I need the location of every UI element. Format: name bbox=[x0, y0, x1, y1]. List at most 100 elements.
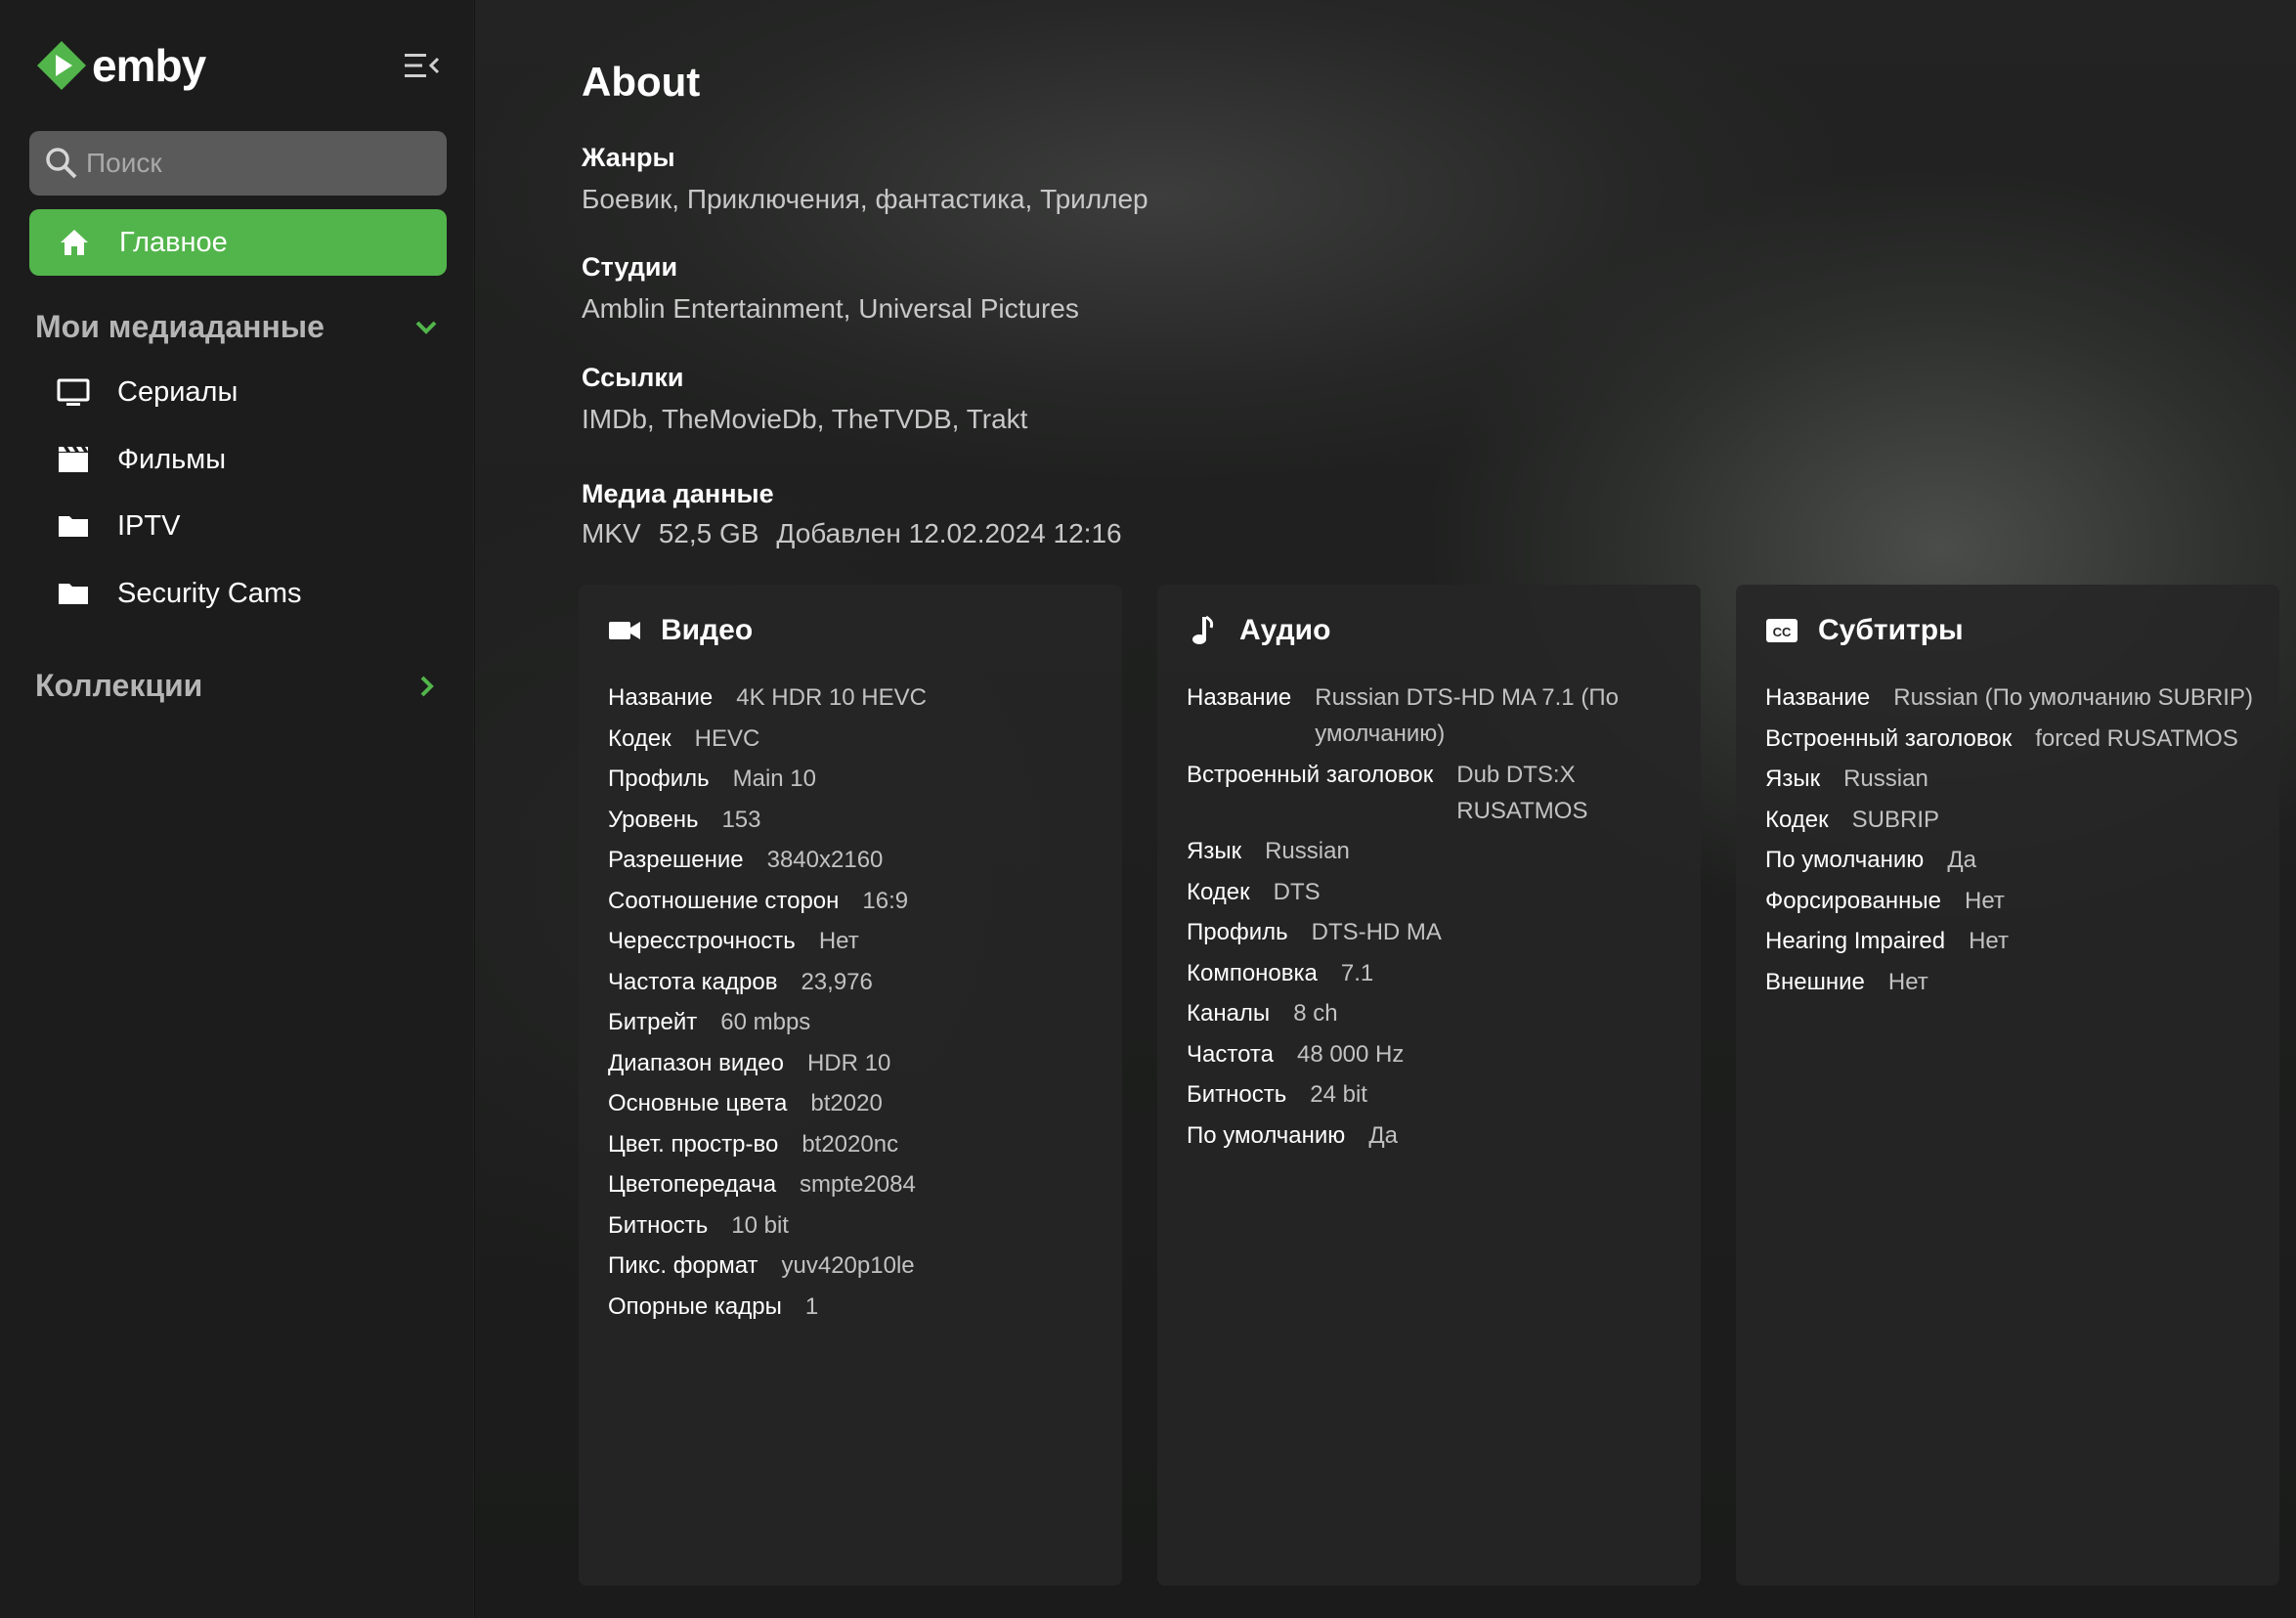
folder-icon bbox=[59, 516, 88, 537]
search-box[interactable] bbox=[29, 131, 447, 196]
property-value: Russian bbox=[1843, 765, 1928, 792]
property-value: 153 bbox=[721, 806, 761, 833]
property-row: Название 4K HDR 10 HEVC bbox=[608, 679, 1103, 716]
property-row: Диапазон видео HDR 10 bbox=[608, 1045, 1103, 1081]
property-key: Кодек bbox=[1187, 878, 1250, 905]
property-key: Название bbox=[608, 684, 714, 711]
property-key: Частота bbox=[1187, 1040, 1274, 1068]
property-row: По умолчанию Да bbox=[1765, 842, 2260, 878]
property-key: Соотношение сторон bbox=[608, 887, 840, 914]
property-key: Язык bbox=[1765, 765, 1821, 792]
property-value: 7.1 bbox=[1340, 959, 1374, 986]
property-value: smpte2084 bbox=[800, 1171, 916, 1198]
sidebar-item-series[interactable]: Сериалы bbox=[57, 369, 238, 415]
property-value: Нет bbox=[1969, 928, 2009, 954]
property-key: Опорные кадры bbox=[608, 1292, 782, 1320]
video-camera-icon bbox=[609, 622, 640, 639]
brand-logo[interactable]: emby bbox=[35, 37, 206, 94]
property-row: Профиль DTS-HD MA bbox=[1187, 914, 1681, 950]
property-value: 60 mbps bbox=[720, 1009, 811, 1035]
sidebar-item-security-cams[interactable]: Security Cams bbox=[57, 570, 302, 617]
property-key: Битность bbox=[608, 1211, 709, 1239]
sidebar-item-label: Security Cams bbox=[117, 577, 302, 609]
property-key: Язык bbox=[1187, 838, 1242, 864]
svg-text:CC: CC bbox=[1773, 625, 1792, 639]
property-row: Основные цвета bt2020 bbox=[608, 1085, 1103, 1121]
brand-name: emby bbox=[92, 40, 206, 91]
subtitles-card-title: Субтитры bbox=[1818, 614, 1964, 646]
property-row: Соотношение сторон 16:9 bbox=[608, 883, 1103, 919]
property-row: Каналы 8 ch bbox=[1187, 995, 1681, 1031]
media-data-label: Медиа данные bbox=[582, 479, 774, 508]
property-value: HDR 10 bbox=[806, 1049, 891, 1076]
property-row: Разрешение 3840x2160 bbox=[608, 842, 1103, 878]
property-value: Russian bbox=[1265, 838, 1350, 864]
property-key: Диапазон видео bbox=[608, 1049, 784, 1076]
property-row: Название Russian DTS-HD MA 7.1 (По умолча… bbox=[1187, 679, 1681, 752]
property-value: DTS-HD MA bbox=[1311, 919, 1442, 945]
property-key: По умолчанию bbox=[1187, 1121, 1346, 1149]
property-key: Встроенный заголовок bbox=[1187, 761, 1434, 788]
property-row: Кодек SUBRIP bbox=[1765, 802, 2260, 838]
nav-home-label: Главное bbox=[119, 226, 228, 258]
property-key: Название bbox=[1187, 684, 1292, 711]
video-stream-card: Видео Название 4K HDR 10 HEVC Кодек HEVC Про… bbox=[579, 585, 1122, 1586]
property-key: Компоновка bbox=[1187, 959, 1318, 986]
genres-value[interactable]: Боевик, Приключения, фантастика, Триллер bbox=[582, 184, 1148, 215]
property-row: Компоновка 7.1 bbox=[1187, 955, 1681, 991]
property-row: Название Russian (По умолчанию SUBRIP) bbox=[1765, 679, 2260, 716]
property-row: Битрейт 60 mbps bbox=[608, 1004, 1103, 1040]
property-row: Кодек DTS bbox=[1187, 874, 1681, 910]
property-key: По умолчанию bbox=[1765, 847, 1925, 873]
property-row: Форсированные Нет bbox=[1765, 883, 2260, 919]
property-row: Цвет. простр-во bt2020nc bbox=[608, 1126, 1103, 1162]
property-row: Опорные кадры 1 bbox=[608, 1289, 1103, 1325]
property-row: Язык Russian bbox=[1187, 833, 1681, 869]
property-value: Main 10 bbox=[732, 765, 816, 792]
property-value: 48 000 Hz bbox=[1296, 1040, 1405, 1068]
property-row: Встроенный заголовок forced RUSATMOS bbox=[1765, 721, 2260, 757]
property-value: 16:9 bbox=[862, 887, 909, 914]
studios-label: Студии bbox=[582, 252, 678, 282]
closed-captions-icon: CC bbox=[1766, 619, 1798, 642]
property-key: Цвет. простр-во bbox=[608, 1130, 779, 1158]
sidebar-item-movies[interactable]: Фильмы bbox=[57, 436, 226, 483]
collections-section-header[interactable]: Коллекции bbox=[35, 668, 441, 704]
property-key: Внешние bbox=[1765, 968, 1865, 995]
property-value: Dub DTS:X RUSATMOS bbox=[1456, 761, 1588, 824]
property-key: Профиль bbox=[1187, 919, 1288, 945]
my-media-section-header[interactable]: Мои медиаданные bbox=[35, 309, 441, 345]
property-row: Чересстрочность Нет bbox=[608, 923, 1103, 959]
audio-card-header: Аудио bbox=[1187, 614, 1330, 647]
studios-value[interactable]: Amblin Entertainment, Universal Pictures bbox=[582, 293, 1079, 325]
nav-home-button[interactable]: Главное bbox=[29, 209, 447, 276]
property-value: 3840x2160 bbox=[766, 847, 884, 873]
audio-card-title: Аудио bbox=[1239, 614, 1331, 646]
page-title: About bbox=[582, 59, 701, 105]
audio-stream-card: Аудио Название Russian DTS-HD MA 7.1 (По … bbox=[1157, 585, 1701, 1586]
home-icon bbox=[61, 230, 88, 255]
property-row: Hearing Impaired Нет bbox=[1765, 923, 2260, 959]
sidebar-item-iptv[interactable]: IPTV bbox=[57, 503, 180, 549]
property-row: Битность 24 bit bbox=[1187, 1076, 1681, 1113]
property-value: Нет bbox=[818, 928, 859, 954]
tv-icon bbox=[57, 378, 90, 406]
sidebar: emby Главное Мои медиаданные Сериалы bbox=[0, 0, 474, 1618]
folder-icon bbox=[59, 584, 88, 604]
property-row: Уровень 153 bbox=[608, 802, 1103, 838]
links-value[interactable]: IMDb, TheMovieDb, TheTVDB, Trakt bbox=[582, 404, 1027, 435]
property-row: По умолчанию Да bbox=[1187, 1117, 1681, 1154]
search-icon bbox=[46, 148, 77, 179]
property-row: Пикс. формат yuv420p10le bbox=[608, 1247, 1103, 1284]
property-row: Язык Russian bbox=[1765, 761, 2260, 797]
search-input[interactable] bbox=[86, 148, 418, 179]
media-added: Добавлен 12.02.2024 12:16 bbox=[776, 518, 1122, 548]
property-row: Внешние Нет bbox=[1765, 964, 2260, 1000]
property-key: Каналы bbox=[1187, 1000, 1271, 1027]
property-value: bt2020nc bbox=[801, 1130, 899, 1158]
chevron-down-icon bbox=[415, 321, 437, 334]
menu-collapse-icon[interactable] bbox=[405, 53, 440, 78]
property-row: Частота кадров 23,976 bbox=[608, 964, 1103, 1000]
subtitles-stream-card: CC Субтитры Название Russian (По умолчани… bbox=[1736, 585, 2279, 1586]
collections-section-label: Коллекции bbox=[35, 668, 203, 703]
